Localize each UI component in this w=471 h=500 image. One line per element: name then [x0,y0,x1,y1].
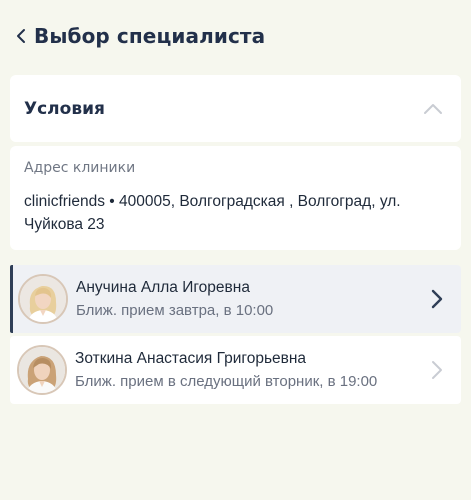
chevron-right-icon [427,359,447,381]
address-label: Адрес клиники [24,160,136,176]
specialist-row[interactable]: Зоткина Анастасия Григорьевна Ближ. прие… [10,336,461,404]
specialist-row[interactable]: Анучина Алла Игоревна Ближ. прием завтра… [10,265,461,333]
specialist-info: Зоткина Анастасия Григорьевна Ближ. прие… [75,350,427,390]
specialist-name: Анучина Алла Игоревна [76,279,250,296]
app-header: Выбор специалиста [0,0,471,72]
conditions-section-header[interactable]: Условия [10,75,461,142]
next-appointment: Ближ. прием в следующий вторник, в 19:00 [75,373,378,390]
page-title: Выбор специалиста [34,24,266,48]
doctor-avatar [17,345,67,395]
chevron-left-icon[interactable] [14,27,28,45]
clinic-address-card: Адрес клиники clinicfriends • 400005, Во… [10,146,461,250]
doctor-avatar [18,274,68,324]
chevron-up-icon[interactable] [421,101,445,117]
specialist-name: Зоткина Анастасия Григорьевна [75,350,307,367]
specialist-info: Анучина Алла Игоревна Ближ. прием завтра… [76,279,427,319]
address-value: clinicfriends • 400005, Волгоградская , … [24,193,401,233]
next-appointment: Ближ. прием завтра, в 10:00 [76,302,274,319]
chevron-right-icon [427,288,447,310]
conditions-title: Условия [24,98,105,119]
